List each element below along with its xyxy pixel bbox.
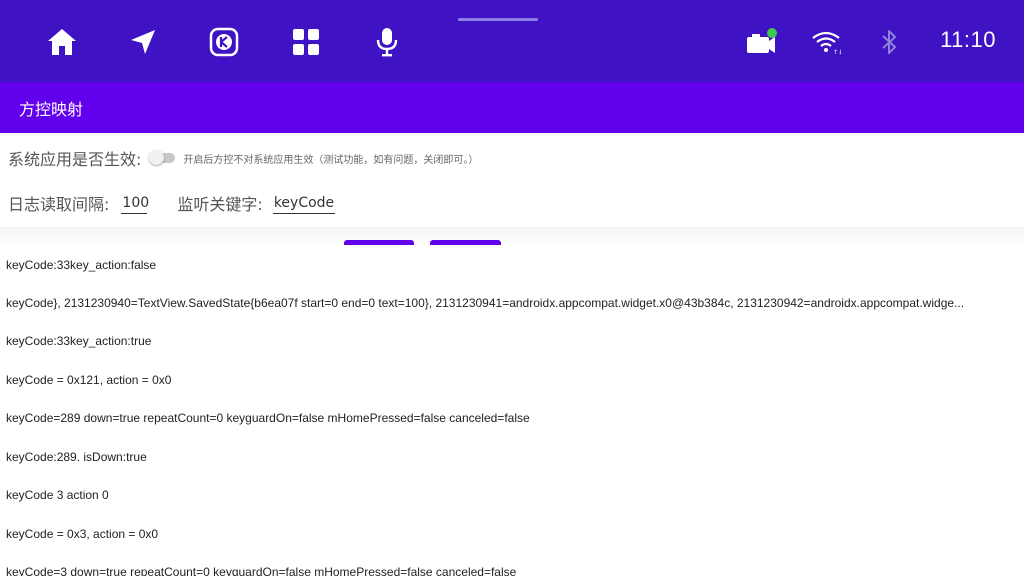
home-icon[interactable] (42, 22, 82, 62)
log-line: keyCode:33key_action:true (6, 334, 152, 348)
keyword-input[interactable]: keyCode (272, 193, 336, 214)
log-interval-input[interactable]: 100 (121, 193, 149, 214)
log-config-row: 日志读取间隔: 100 监听关键字: keyCode (8, 189, 336, 217)
wifi-icon[interactable]: ↑↓ (806, 22, 846, 62)
camera-status-dot (767, 28, 777, 38)
bluetooth-icon[interactable] (869, 22, 909, 62)
system-apps-toggle[interactable] (149, 148, 177, 168)
settings-panel: 系统应用是否生效: 开启后方控不对系统应用生效（测试功能，如有问题，关闭即可。）… (0, 133, 1024, 228)
page-title: 方控映射 (19, 100, 84, 119)
log-line: keyCode=3 down=true repeatCount=0 keygua… (6, 565, 517, 576)
system-apps-hint: 开启后方控不对系统应用生效（测试功能，如有问题，关闭即可。） (183, 154, 479, 166)
kuwo-music-icon[interactable] (204, 22, 244, 62)
log-line: keyCode = 0x121, action = 0x0 (6, 373, 172, 387)
navigation-icon[interactable] (123, 22, 163, 62)
microphone-icon[interactable] (367, 22, 407, 62)
log-output[interactable]: keyCode:33key_action:false keyCode}, 213… (0, 245, 1024, 576)
section-divider (0, 227, 1024, 247)
log-line: keyCode}, 2131230940=TextView.SavedState… (6, 296, 965, 310)
system-apps-label: 系统应用是否生效: (8, 150, 142, 169)
app-bar: 方控映射 (0, 82, 1024, 133)
log-line: keyCode 3 action 0 (6, 488, 109, 502)
log-line: keyCode:289. isDown:true (6, 450, 147, 464)
camera-icon[interactable] (741, 22, 781, 62)
svg-text:↑↓: ↑↓ (833, 49, 841, 55)
apps-grid-icon[interactable] (286, 22, 326, 62)
log-line: keyCode = 0x3, action = 0x0 (6, 527, 159, 541)
status-bar: ↑↓ 11:10 (0, 0, 1024, 82)
clock: 11:10 (940, 27, 996, 52)
log-line: keyCode=289 down=true repeatCount=0 keyg… (6, 411, 530, 425)
notification-handle[interactable] (458, 18, 538, 21)
system-apps-row: 系统应用是否生效: 开启后方控不对系统应用生效（测试功能，如有问题，关闭即可。） (8, 145, 478, 171)
keyword-label: 监听关键字: (177, 195, 263, 214)
log-line: keyCode:33key_action:false (6, 258, 157, 272)
log-interval-label: 日志读取间隔: (8, 195, 110, 214)
